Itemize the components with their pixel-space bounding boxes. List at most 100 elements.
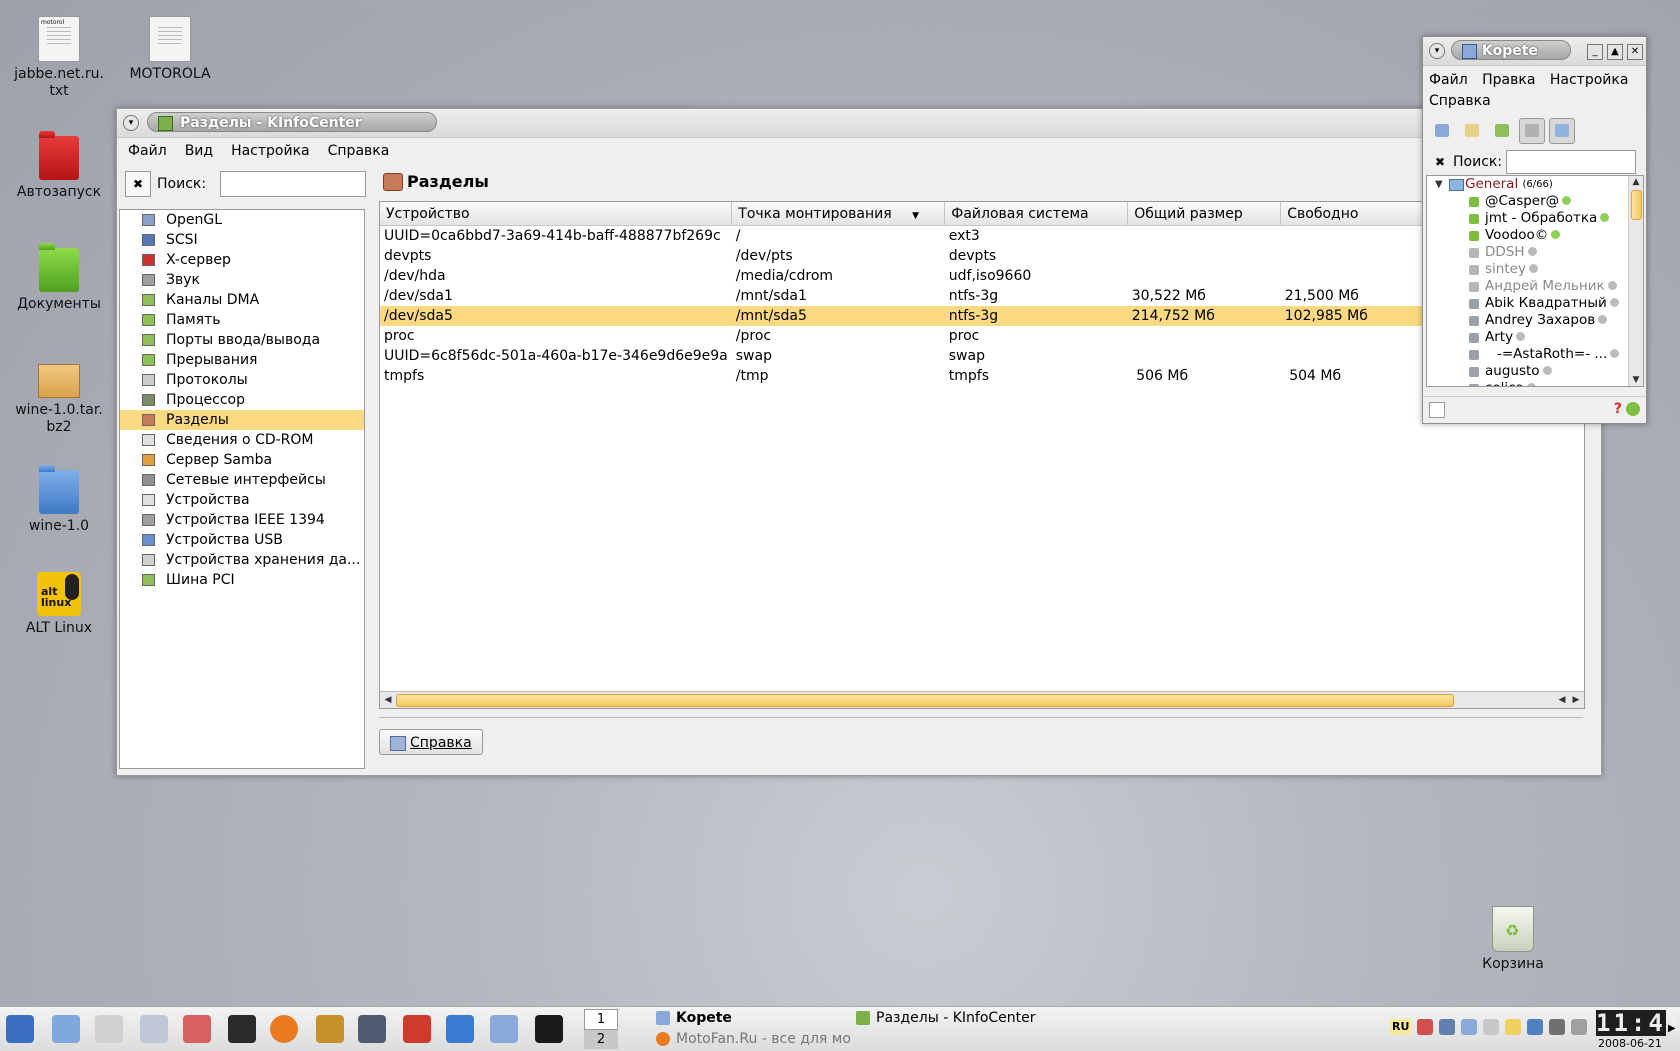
module-item[interactable]: OpenGL — [120, 210, 364, 230]
keyboard-layout-indicator[interactable]: RU — [1390, 1019, 1412, 1035]
contact-item[interactable]: Andrey Захаров — [1427, 312, 1643, 329]
contact-item[interactable]: jmt - Обработка — [1427, 210, 1643, 227]
home-icon[interactable] — [403, 1015, 431, 1043]
table-row[interactable]: proc/proc proc — [380, 326, 1584, 346]
contact-item[interactable]: Андрей Мельник — [1427, 278, 1643, 295]
desktop-icon-motorola[interactable]: MOTOROLA — [115, 16, 225, 83]
edit-button[interactable] — [1459, 118, 1485, 144]
network-tray-icon[interactable] — [1417, 1019, 1434, 1035]
contact-item[interactable]: Voodoo© — [1427, 227, 1643, 244]
menu-file[interactable]: Файл — [125, 141, 170, 161]
module-item[interactable]: Разделы — [120, 410, 364, 430]
table-row[interactable]: UUID=6c8f56dc-501a-460a-b17e-346e9d6e9e9… — [380, 346, 1584, 366]
kopete-title-tab[interactable]: Kopete — [1451, 40, 1571, 60]
kopete-titlebar[interactable]: ▾ Kopete _ ▲ ✕ — [1423, 37, 1646, 66]
status-menu-button[interactable] — [1429, 118, 1455, 144]
contact-item[interactable]: sintey — [1427, 261, 1643, 278]
bluetooth-icon[interactable] — [1439, 1019, 1456, 1035]
table-row[interactable]: /dev/sda5/mnt/sda5 ntfs-3g 214,752 Мб 102,9… — [380, 306, 1584, 326]
volume-icon[interactable] — [1571, 1019, 1588, 1035]
menu-settings[interactable]: Настройка — [228, 141, 313, 161]
desktop-icon-jabbe[interactable]: motorol jabbe.net.ru. txt — [4, 16, 114, 100]
desktop-icon-wine-folder[interactable]: wine-1.0 — [4, 465, 114, 535]
menu-help[interactable]: Справка — [325, 141, 393, 161]
computer-icon[interactable] — [358, 1015, 386, 1043]
minimize-icon[interactable]: _ — [1587, 44, 1603, 60]
search-input[interactable] — [220, 171, 367, 197]
scroll-left-icon[interactable]: ◀ — [382, 694, 394, 706]
column-device[interactable]: Устройство — [380, 202, 733, 226]
scrollbar-thumb[interactable] — [396, 694, 1454, 707]
task-firefox[interactable]: MotoFan.Ru - все для мо — [656, 1029, 876, 1049]
module-item[interactable]: Звук — [120, 270, 364, 290]
contact-group[interactable]: ▼ General (6/66) — [1427, 176, 1643, 193]
home-folder-icon[interactable] — [52, 1015, 80, 1043]
table-row[interactable]: UUID=0ca6bbd7-3a69-414b-baff-488877bf269… — [380, 226, 1584, 247]
clear-search-icon[interactable]: ✖ — [125, 171, 151, 197]
network-icon[interactable] — [183, 1015, 211, 1043]
clock[interactable]: 11:41 — [1596, 1010, 1680, 1036]
book-icon[interactable] — [316, 1015, 344, 1043]
module-item[interactable]: Шина PCI — [120, 570, 364, 590]
scroll-left-icon[interactable]: ◀ — [1556, 694, 1568, 706]
partitions-table[interactable]: Устройство Точка монтирования ▼ Файловая… — [379, 201, 1585, 709]
console-icon[interactable] — [535, 1015, 563, 1043]
k-menu-icon[interactable] — [6, 1015, 34, 1043]
online-status-icon[interactable] — [1626, 402, 1640, 416]
kopete-search-input[interactable] — [1506, 150, 1637, 174]
kopete-menu-file[interactable]: Файл — [1429, 72, 1468, 88]
taskbar-arrow-icon[interactable]: ▶ — [1668, 1023, 1676, 1034]
pager-desktop-2[interactable]: 2 — [584, 1030, 618, 1049]
module-item[interactable]: Память — [120, 310, 364, 330]
column-total-size[interactable]: Общий размер — [1127, 202, 1282, 226]
kopete-menu-help[interactable]: Справка — [1429, 93, 1491, 109]
add-contact-button[interactable] — [1489, 118, 1515, 144]
firefox-icon[interactable] — [270, 1015, 298, 1043]
scroll-right-icon[interactable]: ▶ — [1570, 694, 1582, 706]
table-row[interactable]: tmpfs/tmp tmpfs 506 Мб 504 Мб — [380, 366, 1584, 386]
menu-view[interactable]: Вид — [182, 141, 216, 161]
module-item[interactable]: X-сервер — [120, 250, 364, 270]
kopete-launcher-icon[interactable] — [490, 1015, 518, 1043]
desktop-icon-documents[interactable]: Документы — [4, 243, 114, 313]
help-question-icon[interactable]: ? — [1614, 401, 1622, 417]
desktop-icon-wine-archive[interactable]: wine-1.0.tar. bz2 — [4, 356, 114, 436]
kopete-menu-edit[interactable]: Правка — [1482, 72, 1535, 88]
window-title-tab[interactable]: Разделы - KInfoCenter — [147, 112, 437, 132]
notes-icon[interactable] — [1505, 1019, 1522, 1035]
help-center-icon[interactable] — [446, 1015, 474, 1043]
module-item[interactable]: Сервер Samba — [120, 450, 364, 470]
close-icon[interactable]: ✕ — [1627, 44, 1643, 60]
module-item[interactable]: Протоколы — [120, 370, 364, 390]
module-item[interactable]: Прерывания — [120, 350, 364, 370]
calendar-icon[interactable] — [95, 1015, 123, 1043]
edit-status-icon[interactable] — [1429, 402, 1445, 418]
clipboard-icon[interactable] — [1483, 1019, 1500, 1035]
show-groups-button[interactable] — [1549, 118, 1575, 144]
kopete-menu-settings[interactable]: Настройка — [1550, 72, 1629, 88]
contact-item[interactable]: Arty — [1427, 329, 1643, 346]
column-mount-point[interactable]: Точка монтирования ▼ — [731, 202, 946, 226]
window-titlebar[interactable]: ▾ Разделы - KInfoCenter — [117, 109, 1601, 138]
module-item[interactable]: Процессор — [120, 390, 364, 410]
table-row[interactable]: devpts/dev/pts devpts — [380, 246, 1584, 266]
contact-item[interactable]: augusto — [1427, 363, 1643, 380]
show-offline-button[interactable] — [1519, 118, 1545, 144]
terminal-icon[interactable] — [228, 1015, 256, 1043]
contact-item[interactable]: colica — [1427, 380, 1643, 386]
table-row[interactable]: /dev/hda/media/cdrom udf,iso9660 — [380, 266, 1584, 286]
contact-list[interactable]: ▼ General (6/66) @Casper@ jmt - Обработка… — [1426, 175, 1644, 387]
maximize-icon[interactable]: ▲ — [1607, 44, 1623, 60]
horizontal-scrollbar[interactable]: ◀ ◀ ▶ — [380, 691, 1584, 708]
task-kinfocenter[interactable]: Разделы - KInfoCenter — [856, 1008, 1036, 1028]
desktop-icon-autostart[interactable]: Автозапуск — [4, 131, 114, 201]
scrollbar-thumb[interactable] — [1631, 190, 1642, 220]
task-kopete[interactable]: Kopete — [656, 1008, 732, 1028]
clear-search-icon[interactable]: ✖ — [1431, 153, 1449, 171]
module-item[interactable]: Устройства IEEE 1394 — [120, 510, 364, 530]
module-item[interactable]: Сетевые интерфейсы — [120, 470, 364, 490]
window-menu-icon[interactable]: ▾ — [1429, 43, 1445, 59]
module-item[interactable]: Устройства — [120, 490, 364, 510]
power-icon[interactable] — [1549, 1019, 1566, 1035]
vertical-scrollbar[interactable]: ▲ ▼ — [1628, 176, 1643, 386]
